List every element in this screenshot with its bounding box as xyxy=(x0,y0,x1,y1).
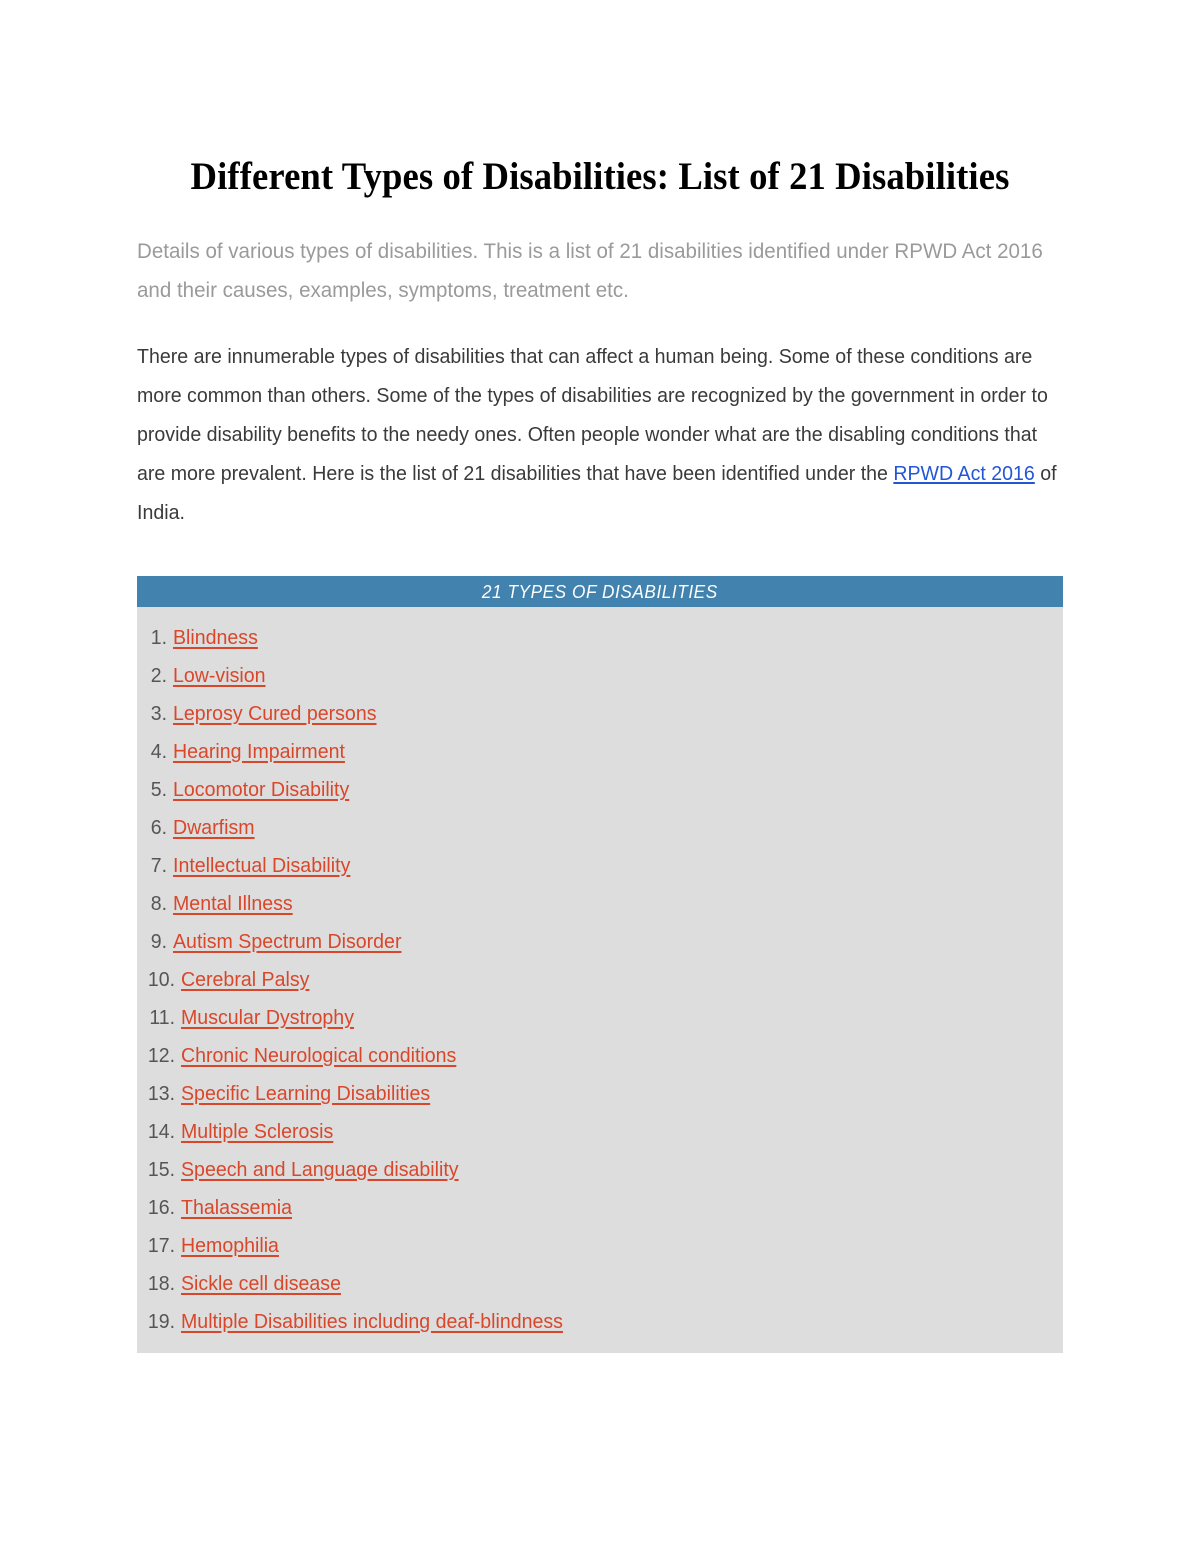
list-item: Sickle cell disease xyxy=(137,1265,1063,1303)
document-subtitle: Details of various types of disabilities… xyxy=(137,239,1043,302)
list-item: Muscular Dystrophy xyxy=(137,999,1063,1037)
list-item: Locomotor Disability xyxy=(137,771,1063,809)
list-item: Autism Spectrum Disorder xyxy=(137,923,1063,961)
disability-link[interactable]: Hemophilia xyxy=(181,1227,279,1265)
list-item: Chronic Neurological conditions xyxy=(137,1037,1063,1075)
list-item: Hemophilia xyxy=(137,1227,1063,1265)
disability-link[interactable]: Low-vision xyxy=(173,657,266,695)
disability-link[interactable]: Thalassemia xyxy=(181,1189,292,1227)
rpwd-act-2016-link[interactable]: RPWD Act 2016 xyxy=(893,462,1034,485)
disability-link[interactable]: Autism Spectrum Disorder xyxy=(173,923,401,961)
disability-link[interactable]: Intellectual Disability xyxy=(173,847,350,885)
types-of-disabilities-list: Blindness Low-vision Leprosy Cured person… xyxy=(137,607,1063,1355)
list-item: Multiple Sclerosis xyxy=(137,1113,1063,1151)
disability-link[interactable]: Leprosy Cured persons xyxy=(173,695,377,733)
page-bottom-crop xyxy=(0,1353,1200,1553)
list-item: Low-vision xyxy=(137,657,1063,695)
list-item: Leprosy Cured persons xyxy=(137,695,1063,733)
document-page: Different Types of Disabilities: List of… xyxy=(0,0,1200,1553)
disability-link[interactable]: Chronic Neurological conditions xyxy=(181,1037,456,1075)
disability-link[interactable]: Cerebral Palsy xyxy=(181,961,309,999)
disability-link[interactable]: Specific Learning Disabilities xyxy=(181,1075,430,1113)
disability-link[interactable]: Dwarfism xyxy=(173,809,255,847)
types-of-disabilities-table: 21 TYPES OF DISABILITIES Blindness Low-vi… xyxy=(137,576,1063,1355)
list-item: Dwarfism xyxy=(137,809,1063,847)
disability-link[interactable]: Muscular Dystrophy xyxy=(181,999,354,1037)
list-item: Cerebral Palsy xyxy=(137,961,1063,999)
disability-link[interactable]: Multiple Sclerosis xyxy=(181,1113,333,1151)
disability-link[interactable]: Sickle cell disease xyxy=(181,1265,341,1303)
disability-link[interactable]: Locomotor Disability xyxy=(173,771,349,809)
list-item: Intellectual Disability xyxy=(137,847,1063,885)
list-item: Speech and Language disability xyxy=(137,1151,1063,1189)
list-item: Hearing Impairment xyxy=(137,733,1063,771)
disability-link[interactable]: Hearing Impairment xyxy=(173,733,345,771)
page-title: Different Types of Disabilities: List of… xyxy=(190,155,1010,198)
disability-link[interactable]: Multiple Disabilities including deaf-bli… xyxy=(181,1303,563,1341)
list-item: Mental Illness xyxy=(137,885,1063,923)
disability-link[interactable]: Speech and Language disability xyxy=(181,1151,459,1189)
list-item: Multiple Disabilities including deaf-bli… xyxy=(137,1303,1063,1341)
disability-link[interactable]: Blindness xyxy=(173,619,258,657)
disability-link[interactable]: Mental Illness xyxy=(173,885,293,923)
types-table-header-label: 21 TYPES OF DISABILITIES xyxy=(482,581,718,602)
types-table-header: 21 TYPES OF DISABILITIES xyxy=(137,576,1063,607)
list-item: Blindness xyxy=(137,619,1063,657)
list-item: Specific Learning Disabilities xyxy=(137,1075,1063,1113)
list-item: Thalassemia xyxy=(137,1189,1063,1227)
document-content: Different Types of Disabilities: List of… xyxy=(137,0,1063,1355)
intro-paragraph: There are innumerable types of disabilit… xyxy=(137,310,1068,532)
